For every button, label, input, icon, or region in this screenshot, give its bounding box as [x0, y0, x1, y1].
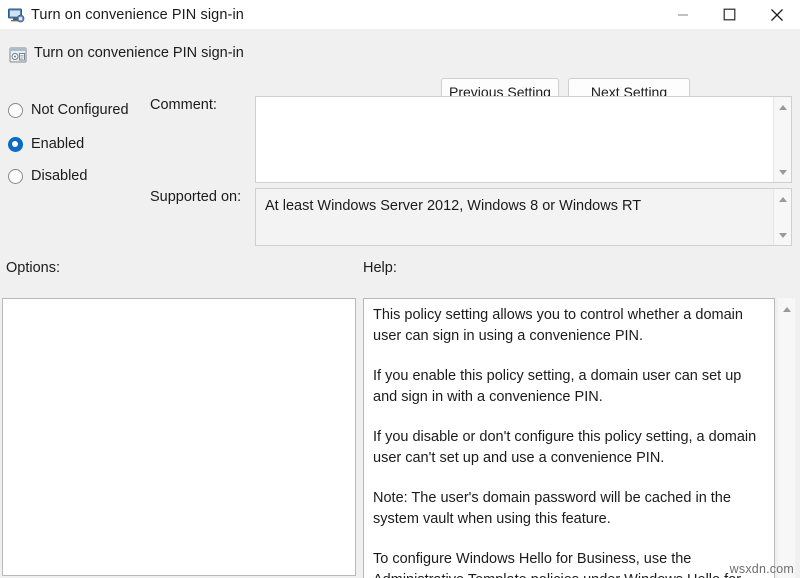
options-panel[interactable]: [2, 298, 356, 576]
minimize-button[interactable]: [659, 0, 706, 29]
radio-not-configured[interactable]: Not Configured: [8, 100, 129, 120]
help-paragraph: This policy setting allows you to contro…: [373, 305, 764, 346]
help-paragraph: If you enable this policy setting, a dom…: [373, 366, 764, 407]
supported-on-scrollbar[interactable]: [773, 189, 791, 245]
window-controls: [659, 0, 800, 29]
scroll-down-icon[interactable]: [774, 164, 791, 180]
maximize-button[interactable]: [706, 0, 753, 29]
help-text: This policy setting allows you to contro…: [364, 299, 774, 578]
policy-setting-dialog: Turn on convenience PIN sign-in: [0, 0, 800, 578]
policy-name-heading: Turn on convenience PIN sign-in: [34, 45, 244, 61]
radio-disabled[interactable]: Disabled: [8, 166, 87, 186]
policy-setting-icon: [8, 45, 28, 65]
supported-on-value: At least Windows Server 2012, Windows 8 …: [256, 189, 773, 245]
window-title: Turn on convenience PIN sign-in: [31, 7, 244, 23]
radio-circle-icon: [8, 103, 23, 118]
minimize-icon: [677, 9, 689, 21]
radio-label-not-configured: Not Configured: [31, 102, 129, 118]
scroll-up-icon[interactable]: [774, 191, 791, 207]
help-section-label: Help:: [363, 260, 397, 276]
header-band: Turn on convenience PIN sign-in Previous…: [0, 29, 800, 87]
title-bar: Turn on convenience PIN sign-in: [0, 0, 800, 29]
radio-circle-selected-icon: [8, 137, 23, 152]
watermark: wsxdn.com: [730, 562, 794, 576]
comment-field[interactable]: [255, 96, 792, 183]
help-paragraph: Note: The user's domain password will be…: [373, 488, 764, 529]
monitor-policy-icon: [6, 5, 26, 25]
help-panel: This policy setting allows you to contro…: [363, 298, 775, 578]
radio-label-disabled: Disabled: [31, 168, 87, 184]
help-paragraph: If you disable or don't configure this p…: [373, 427, 764, 468]
comment-scrollbar[interactable]: [773, 97, 791, 182]
close-icon: [770, 8, 784, 22]
close-button[interactable]: [753, 0, 800, 29]
scroll-up-icon[interactable]: [778, 301, 795, 317]
help-paragraph: To configure Windows Hello for Business,…: [373, 549, 764, 578]
maximize-icon: [723, 8, 736, 21]
comment-label: Comment:: [150, 97, 217, 113]
supported-on-field: At least Windows Server 2012, Windows 8 …: [255, 188, 792, 246]
scroll-down-icon[interactable]: [774, 227, 791, 243]
comment-input[interactable]: [256, 97, 773, 182]
radio-circle-icon: [8, 169, 23, 184]
help-scrollbar[interactable]: [778, 298, 795, 578]
radio-enabled[interactable]: Enabled: [8, 134, 84, 154]
supported-on-label: Supported on:: [150, 189, 241, 205]
options-section-label: Options:: [6, 260, 60, 276]
radio-label-enabled: Enabled: [31, 136, 84, 152]
scroll-up-icon[interactable]: [774, 99, 791, 115]
